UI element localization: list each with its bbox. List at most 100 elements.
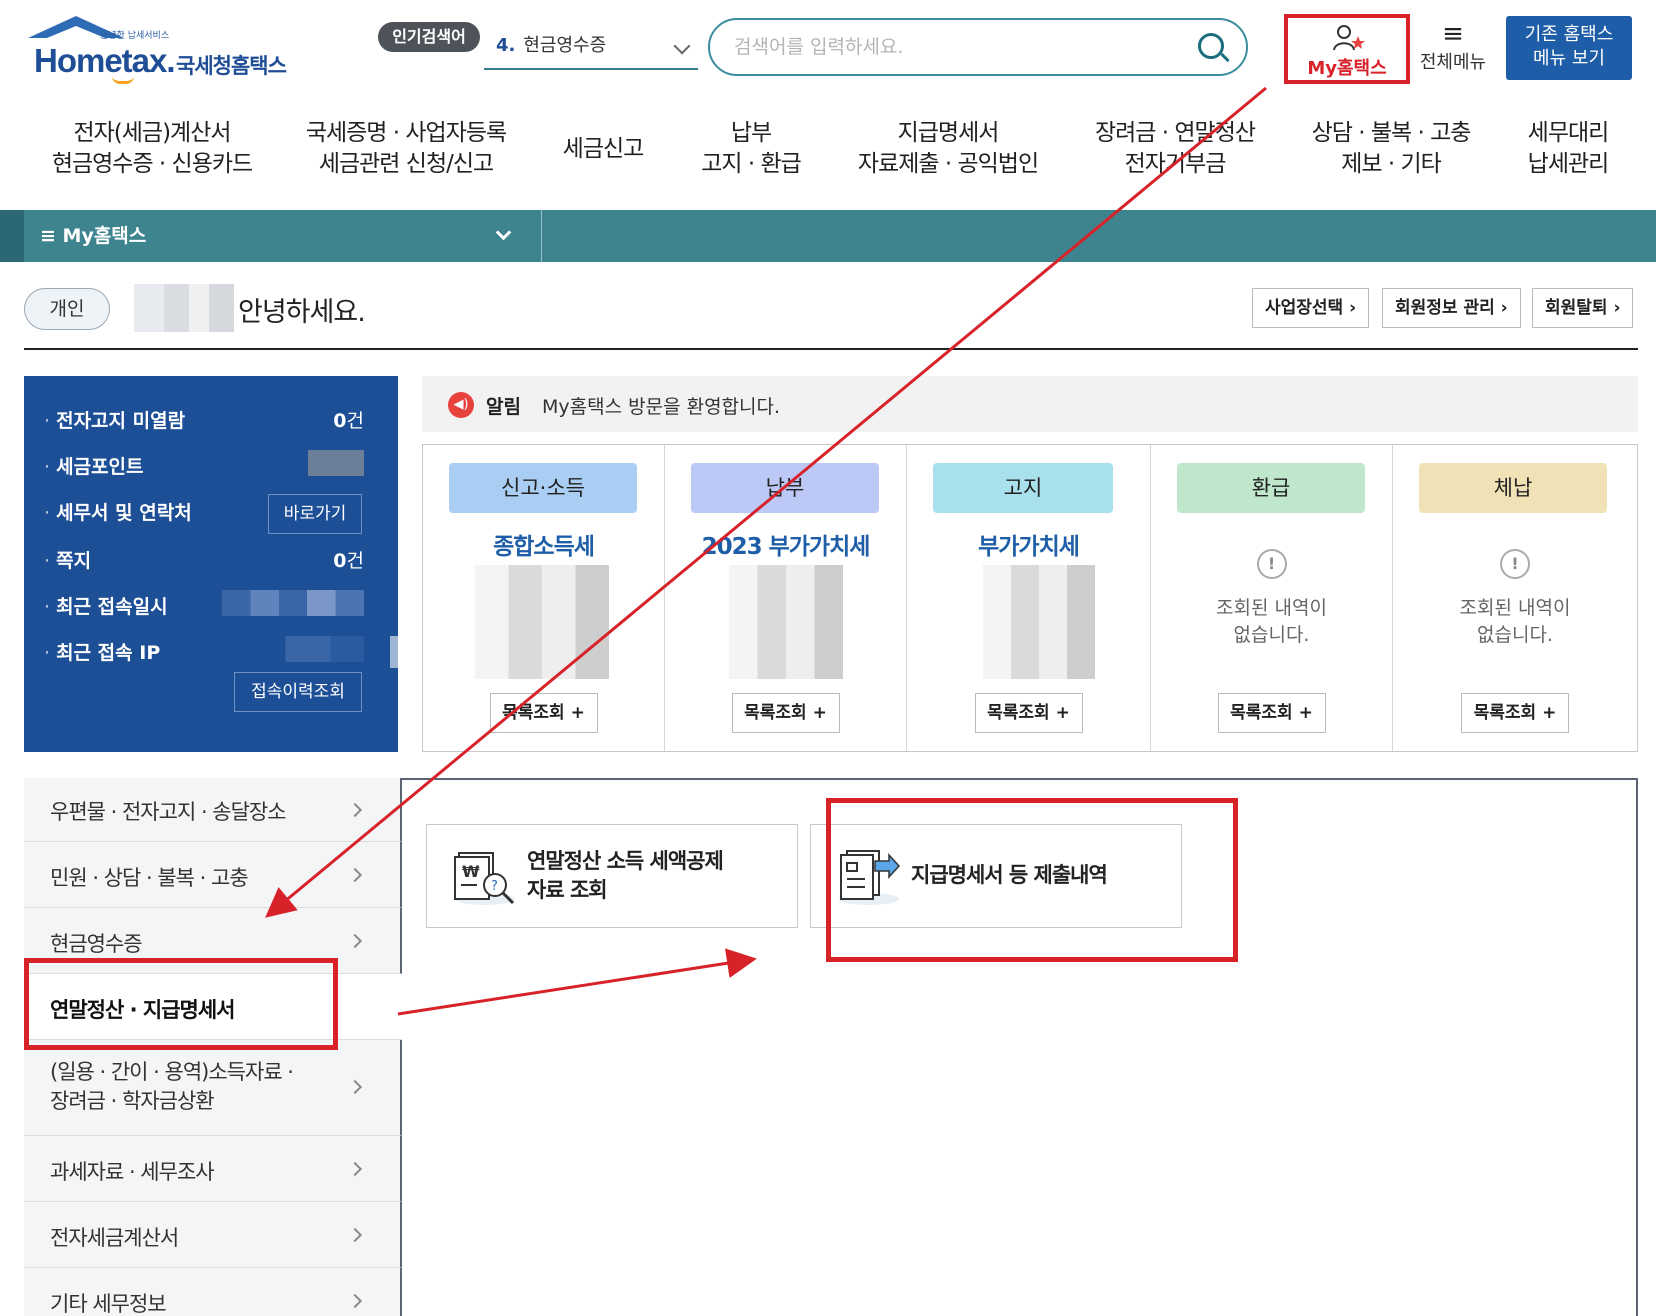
card-report-income: 신고·소득 종합소득세 목록조회 + xyxy=(423,445,665,751)
nav-line: 납부 xyxy=(730,120,772,146)
chevron-down-icon xyxy=(673,37,691,55)
nav-line: 전자기부금 xyxy=(1124,151,1227,177)
popular-keyword-select[interactable]: 4. 현금영수증 xyxy=(484,30,698,70)
list-view-button[interactable]: 목록조회 + xyxy=(1217,693,1326,733)
card-head: 환급 xyxy=(1177,463,1365,513)
empty-message: 조회된 내역이 없습니다. xyxy=(1151,595,1392,649)
notice-bar: ◀) 알림 My홈택스 방문을 환영합니다. xyxy=(422,376,1638,432)
chevron-right-icon xyxy=(347,1293,363,1309)
user-star-icon xyxy=(1332,24,1366,58)
notice-tag: 알림 xyxy=(486,396,521,418)
nav-certificate[interactable]: 국세증명 · 사업자등록세금관련 신청/신고 xyxy=(294,118,518,180)
list-view-button[interactable]: 목록조회 + xyxy=(489,693,598,733)
side-item-label: 우편물 · 전자고지 · 송달장소 xyxy=(50,800,287,824)
card-subtitle[interactable]: 종합소득세 xyxy=(423,527,664,561)
nav-line: 고지 · 환급 xyxy=(701,151,802,177)
card-arrears: 체납 ! 조회된 내역이 없습니다. 목록조회 + xyxy=(1393,445,1637,751)
chevron-right-icon xyxy=(347,933,363,949)
card-notice: 고지 부가가치세 목록조회 + xyxy=(907,445,1151,751)
document-search-icon: ₩? xyxy=(453,847,515,905)
card-subtitle[interactable]: 2023 부가가치세 xyxy=(665,527,906,561)
nav-line: 국세증명 · 사업자등록 xyxy=(305,120,507,146)
all-menu-button[interactable]: ≡ 전체메뉴 xyxy=(1412,20,1494,80)
shortcut-button[interactable]: 바로가기 xyxy=(268,494,362,534)
info-label: 쪽지 xyxy=(44,550,91,572)
side-item-line: 장려금 · 학자금상환 xyxy=(50,1089,215,1113)
side-item-taxation[interactable]: 과세자료 · 세무조사 xyxy=(24,1136,402,1202)
redacted-value xyxy=(308,450,364,476)
nav-line: 세무대리 xyxy=(1527,120,1610,146)
withdraw-button[interactable]: 회원탈퇴 › xyxy=(1532,288,1634,328)
side-item-label: (일용 · 간이 · 용역)소득자료 · 장려금 · 학자금상환 xyxy=(50,1058,294,1116)
speaker-icon: ◀) xyxy=(448,392,474,418)
chevron-right-icon xyxy=(347,1079,363,1095)
side-item-label: 과세자료 · 세무조사 xyxy=(50,1160,215,1184)
bar-separator xyxy=(522,210,542,262)
chevron-right-icon xyxy=(347,1161,363,1177)
select-business-button[interactable]: 사업장선택 › xyxy=(1252,288,1370,328)
hometax-logo[interactable]: 안녕한 납세서비스 Hometax. 국세청홈택스 xyxy=(24,16,294,84)
card-head: 신고·소득 xyxy=(449,463,637,513)
side-item-income-data[interactable]: (일용 · 간이 · 용역)소득자료 · 장려금 · 학자금상환 xyxy=(24,1040,402,1136)
svg-text:?: ? xyxy=(491,879,498,894)
side-item-mail[interactable]: 우편물 · 전자고지 · 송달장소 xyxy=(24,778,402,842)
info-count: 0 xyxy=(333,410,347,432)
hamburger-icon: ≡ xyxy=(1442,19,1464,49)
scrollbar-thumb[interactable] xyxy=(390,636,398,668)
old-menu-button[interactable]: 기존 홈택스 메뉴 보기 xyxy=(1506,16,1632,80)
my-hometax-bar[interactable]: ≡ My홈택스 xyxy=(0,210,1656,262)
list-view-button[interactable]: 목록조회 + xyxy=(974,693,1083,733)
member-info-button[interactable]: 회원정보 관리 › xyxy=(1382,288,1521,328)
nav-line: 제보 · 기타 xyxy=(1341,151,1442,177)
search-input[interactable] xyxy=(734,20,1194,74)
logo-name: 국세청홈택스 xyxy=(176,54,287,78)
info-label: 세금포인트 xyxy=(44,456,144,478)
info-count: 0 xyxy=(333,550,347,572)
nav-payment-statement[interactable]: 지급명세서 자료제출 · 공익법인 xyxy=(848,118,1048,180)
side-item-civil[interactable]: 민원 · 상담 · 불복 · 고충 xyxy=(24,842,402,908)
info-panel: 전자고지 미열람 0건 세금포인트 세무서 및 연락처 바로가기 쪽지 0건 최… xyxy=(24,376,398,752)
old-menu-line2: 메뉴 보기 xyxy=(1533,48,1605,69)
info-row-last-ip: 최근 접속 IP xyxy=(44,636,384,670)
login-history-button[interactable]: 접속이력조회 xyxy=(234,672,362,712)
user-name-redacted xyxy=(134,284,234,332)
nav-payment[interactable]: 납부고지 · 환급 xyxy=(684,118,818,180)
nav-line: 납세관리 xyxy=(1527,151,1610,177)
info-unit: 건 xyxy=(346,410,364,432)
info-value: 0건 xyxy=(333,546,364,573)
info-icon: ! xyxy=(1500,549,1530,579)
nav-line: 세금관련 신청/신고 xyxy=(318,151,494,177)
redacted-value xyxy=(729,565,843,679)
search-icon[interactable] xyxy=(1198,33,1224,59)
service-year-end-deduction[interactable]: ₩? 연말정산 소득 세액공제 자료 조회 xyxy=(426,824,798,928)
side-item-label: 민원 · 상담 · 불복 · 고충 xyxy=(50,866,249,890)
nav-line: 상담 · 불복 · 고충 xyxy=(1311,120,1472,146)
info-row-unread-notice[interactable]: 전자고지 미열람 0건 xyxy=(44,406,384,438)
notice-message: My홈택스 방문을 환영합니다. xyxy=(542,396,781,418)
list-view-button[interactable]: 목록조회 + xyxy=(1461,693,1569,733)
nav-tax-agent[interactable]: 세무대리납세관리 xyxy=(1510,118,1626,180)
redacted-value xyxy=(983,565,1095,679)
chevron-down-icon[interactable] xyxy=(495,224,512,241)
card-subtitle[interactable]: 부가가치세 xyxy=(907,527,1150,561)
my-hometax-label: My홈택스 xyxy=(1307,58,1387,79)
divider xyxy=(24,348,1638,350)
nav-consult[interactable]: 상담 · 불복 · 고충제보 · 기타 xyxy=(1298,118,1484,180)
side-item-e-tax-invoice[interactable]: 전자세금계산서 xyxy=(24,1202,402,1268)
redacted-value xyxy=(475,565,609,679)
info-label: 최근 접속일시 xyxy=(44,596,168,618)
nav-year-end[interactable]: 장려금 · 연말정산 전자기부금 xyxy=(1080,118,1270,180)
highlight-payment-statement-service xyxy=(826,798,1238,962)
side-item-other[interactable]: 기타 세무정보 xyxy=(24,1268,402,1316)
my-hometax-button[interactable]: My홈택스 xyxy=(1284,14,1410,84)
service-label: 연말정산 소득 세액공제 자료 조회 xyxy=(527,847,724,905)
highlight-year-end-menu xyxy=(24,958,338,1050)
chevron-right-icon xyxy=(347,1227,363,1243)
info-row-message[interactable]: 쪽지 0건 xyxy=(44,546,384,578)
nav-e-tax-invoice[interactable]: 전자(세금)계산서 현금영수증 · 신용카드 xyxy=(40,118,264,180)
info-unit: 건 xyxy=(346,550,364,572)
empty-line: 조회된 내역이 xyxy=(1459,597,1571,619)
side-item-label: 기타 세무정보 xyxy=(50,1292,167,1316)
nav-tax-report[interactable]: 세금신고 xyxy=(548,134,658,165)
list-view-button[interactable]: 목록조회 + xyxy=(731,693,840,733)
